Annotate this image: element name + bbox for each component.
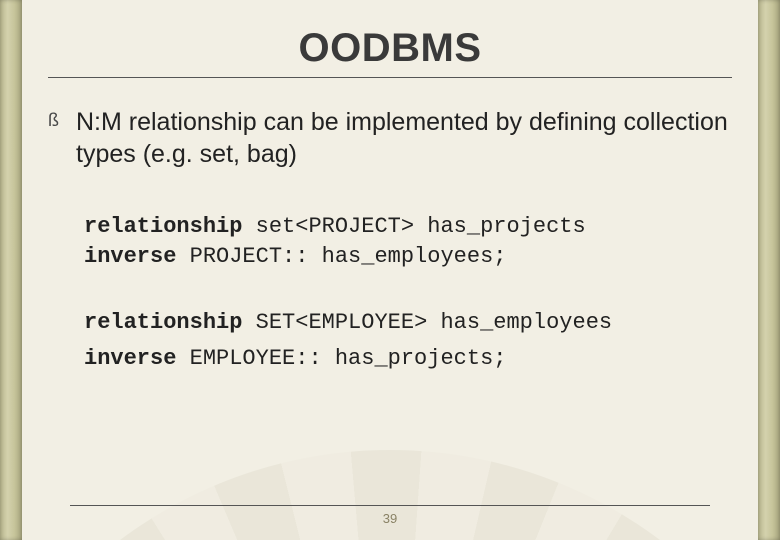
keyword-relationship: relationship [84, 214, 242, 239]
page-number: 39 [22, 511, 758, 526]
code-text: SET<EMPLOYEE> has_employees [242, 310, 612, 335]
code-block-2: relationship SET<EMPLOYEE> has_employees… [84, 305, 732, 375]
slide: OODBMS ß N:M relationship can be impleme… [0, 0, 780, 540]
keyword-inverse: inverse [84, 346, 176, 371]
code-text: set<PROJECT> has_projects [242, 214, 585, 239]
right-decorative-bar [758, 0, 780, 540]
footer-rule [70, 505, 710, 506]
code-block-1: relationship set<PROJECT> has_projects i… [84, 212, 732, 271]
code-text: EMPLOYEE:: has_projects; [176, 346, 506, 371]
left-decorative-bar [0, 0, 22, 540]
keyword-relationship: relationship [84, 310, 242, 335]
code-text: PROJECT:: has_employees; [176, 244, 506, 269]
bullet-item: ß N:M relationship can be implemented by… [48, 106, 732, 170]
keyword-inverse: inverse [84, 244, 176, 269]
title-underline [48, 77, 732, 78]
bullet-icon: ß [48, 106, 76, 170]
bullet-text: N:M relationship can be implemented by d… [76, 106, 732, 170]
content-area: OODBMS ß N:M relationship can be impleme… [22, 0, 758, 540]
slide-title: OODBMS [48, 26, 732, 71]
